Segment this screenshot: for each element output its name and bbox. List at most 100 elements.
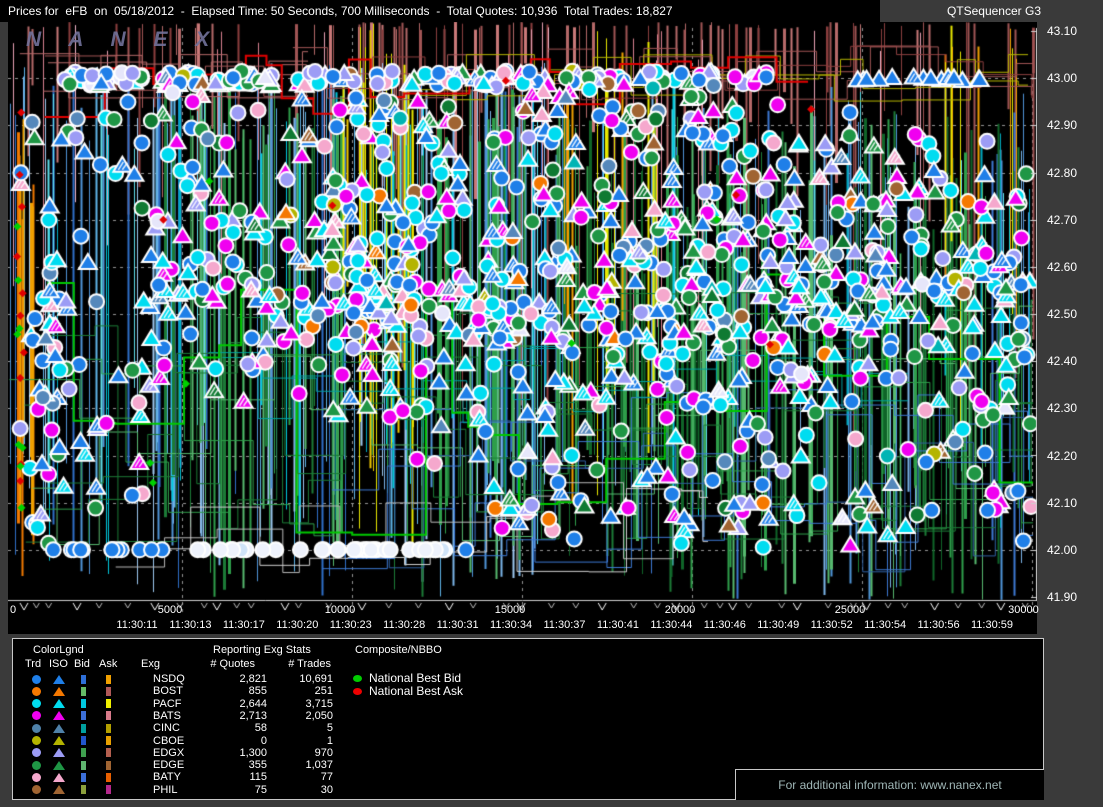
trade-marker-icon [32, 687, 41, 696]
trade-marker-icon [32, 785, 41, 794]
trades-count: 1,037 [267, 759, 333, 771]
ask-swatch-icon [106, 687, 111, 696]
bid-swatch-icon [81, 785, 86, 794]
legend-row-pacf: PACF2,6443,715 [25, 698, 333, 710]
footer-info-text[interactable]: For additional information: www.nanex.ne… [778, 778, 1001, 792]
y-axis-tick-label: 42.90 [1047, 118, 1077, 132]
nbbo-item-label: National Best Ask [369, 684, 463, 698]
y-axis-tick-label: 42.70 [1047, 213, 1077, 227]
x-axis-time-label: 11:30:11 [116, 619, 157, 631]
trades-count: 5 [267, 722, 333, 734]
trade-marker-icon [32, 761, 41, 770]
quotes-count: 355 [211, 759, 267, 771]
exchange-name: BATY [153, 771, 211, 783]
x-axis-time-label: 11:30:59 [971, 619, 1013, 631]
x-axis-time-label: 11:30:41 [597, 619, 639, 631]
trade-marker-icon [32, 711, 41, 720]
trades-count: 2,050 [267, 710, 333, 722]
reporting-stats-header: Reporting Exg Stats [213, 644, 311, 656]
x-axis-time-label: 11:30:56 [918, 619, 960, 631]
nbbo-item: National Best Bid [353, 671, 461, 685]
bid-swatch-icon [81, 748, 86, 757]
best-ask-dot-icon [353, 688, 362, 695]
iso-marker-icon [53, 773, 65, 782]
exchange-name: NSDQ [153, 673, 211, 685]
legend-panel: ColorLgnd Reporting Exg Stats Trd ISO Bi… [12, 638, 1044, 800]
x-axis-sequence-label: 15000 [495, 604, 526, 616]
x-axis-time-label: 11:30:34 [490, 619, 532, 631]
y-axis-tick-label: 42.80 [1047, 166, 1077, 180]
y-axis-tick-label: 41.90 [1047, 590, 1077, 604]
x-axis-time-label: 11:30:52 [811, 619, 853, 631]
exchange-name: PHIL [153, 784, 211, 796]
legend-row-cboe: CBOE01 [25, 735, 333, 747]
x-axis-sequence-label: 25000 [835, 604, 866, 616]
ask-swatch-icon [106, 785, 111, 794]
ask-swatch-icon [106, 761, 111, 770]
legend-row-edgx: EDGX1,300970 [25, 747, 333, 759]
y-axis-tick-label: 42.10 [1047, 496, 1077, 510]
iso-marker-icon [53, 748, 65, 757]
x-axis-time-label: 11:30:46 [704, 619, 746, 631]
title-bar: Prices for eFB on 05/18/2012 - Elapsed T… [0, 0, 1103, 22]
trade-marker-icon [32, 724, 41, 733]
iso-marker-icon [53, 724, 65, 733]
x-axis-sequence-label: 30000 [1008, 604, 1039, 616]
x-axis-time-label: 11:30:54 [864, 619, 906, 631]
quotes-count: 58 [211, 722, 267, 734]
y-axis-tick-label: 42.30 [1047, 401, 1077, 415]
legend-row-baty: BATY11577 [25, 771, 333, 783]
quotes-count: 1,300 [211, 747, 267, 759]
y-axis-tick-label: 43.00 [1047, 71, 1077, 85]
col-header-exg: Exg [141, 658, 160, 670]
ask-swatch-icon [106, 748, 111, 757]
ask-swatch-icon [106, 724, 111, 733]
quotes-count: 855 [211, 685, 267, 697]
trade-marker-icon [32, 675, 41, 684]
col-header-bid: Bid [74, 658, 90, 670]
x-axis-time-label: 11:30:44 [650, 619, 692, 631]
y-axis-tick-label: 42.60 [1047, 260, 1077, 274]
x-axis-time-label: 11:30:31 [437, 619, 479, 631]
x-axis-time-label: 11:30:28 [383, 619, 425, 631]
trades-count: 77 [267, 771, 333, 783]
exchange-name: BATS [153, 710, 211, 722]
legend-row-bost: BOST855251 [25, 685, 333, 697]
quotes-count: 2,713 [211, 710, 267, 722]
legend-row-nsdq: NSDQ2,82110,691 [25, 673, 333, 685]
ask-swatch-icon [106, 736, 111, 745]
trade-marker-icon [32, 699, 41, 708]
exchange-name: CBOE [153, 735, 211, 747]
best-bid-dot-icon [353, 675, 362, 682]
col-header-trd: Trd [25, 658, 41, 670]
quotes-count: 0 [211, 735, 267, 747]
iso-marker-icon [53, 761, 65, 770]
composite-nbbo-legend: Composite/NBBO National Best BidNational… [343, 639, 663, 799]
exchange-name: BOST [153, 685, 211, 697]
composite-header: Composite/NBBO [355, 644, 442, 656]
legend-row-phil: PHIL7530 [25, 784, 333, 796]
price-chart-canvas[interactable] [8, 22, 1037, 634]
y-axis-tick-label: 42.00 [1047, 543, 1077, 557]
y-axis-tick-label: 42.40 [1047, 354, 1077, 368]
col-header-quotes: # Quotes [199, 658, 255, 670]
legend-row-edge: EDGE3551,037 [25, 759, 333, 771]
iso-marker-icon [53, 675, 65, 684]
bid-swatch-icon [81, 699, 86, 708]
x-axis-sequence-label: 10000 [325, 604, 356, 616]
x-axis-time-label: 11:30:17 [223, 619, 265, 631]
quotes-count: 75 [211, 784, 267, 796]
x-axis-time-label: 11:30:13 [169, 619, 211, 631]
legend-row-cinc: CINC585 [25, 722, 333, 734]
chart-title: Prices for eFB on 05/18/2012 - Elapsed T… [8, 4, 673, 18]
legend-row-bats: BATS2,7132,050 [25, 710, 333, 722]
bid-swatch-icon [81, 711, 86, 720]
ask-swatch-icon [106, 675, 111, 684]
trades-count: 3,715 [267, 698, 333, 710]
trades-count: 251 [267, 685, 333, 697]
y-axis-tick-label: 42.20 [1047, 449, 1077, 463]
bid-swatch-icon [81, 773, 86, 782]
x-axis-time-label: 11:30:37 [543, 619, 585, 631]
qtsequencer-window: { "title_bar": { "left": "Prices for eFB… [0, 0, 1103, 807]
ask-swatch-icon [106, 711, 111, 720]
